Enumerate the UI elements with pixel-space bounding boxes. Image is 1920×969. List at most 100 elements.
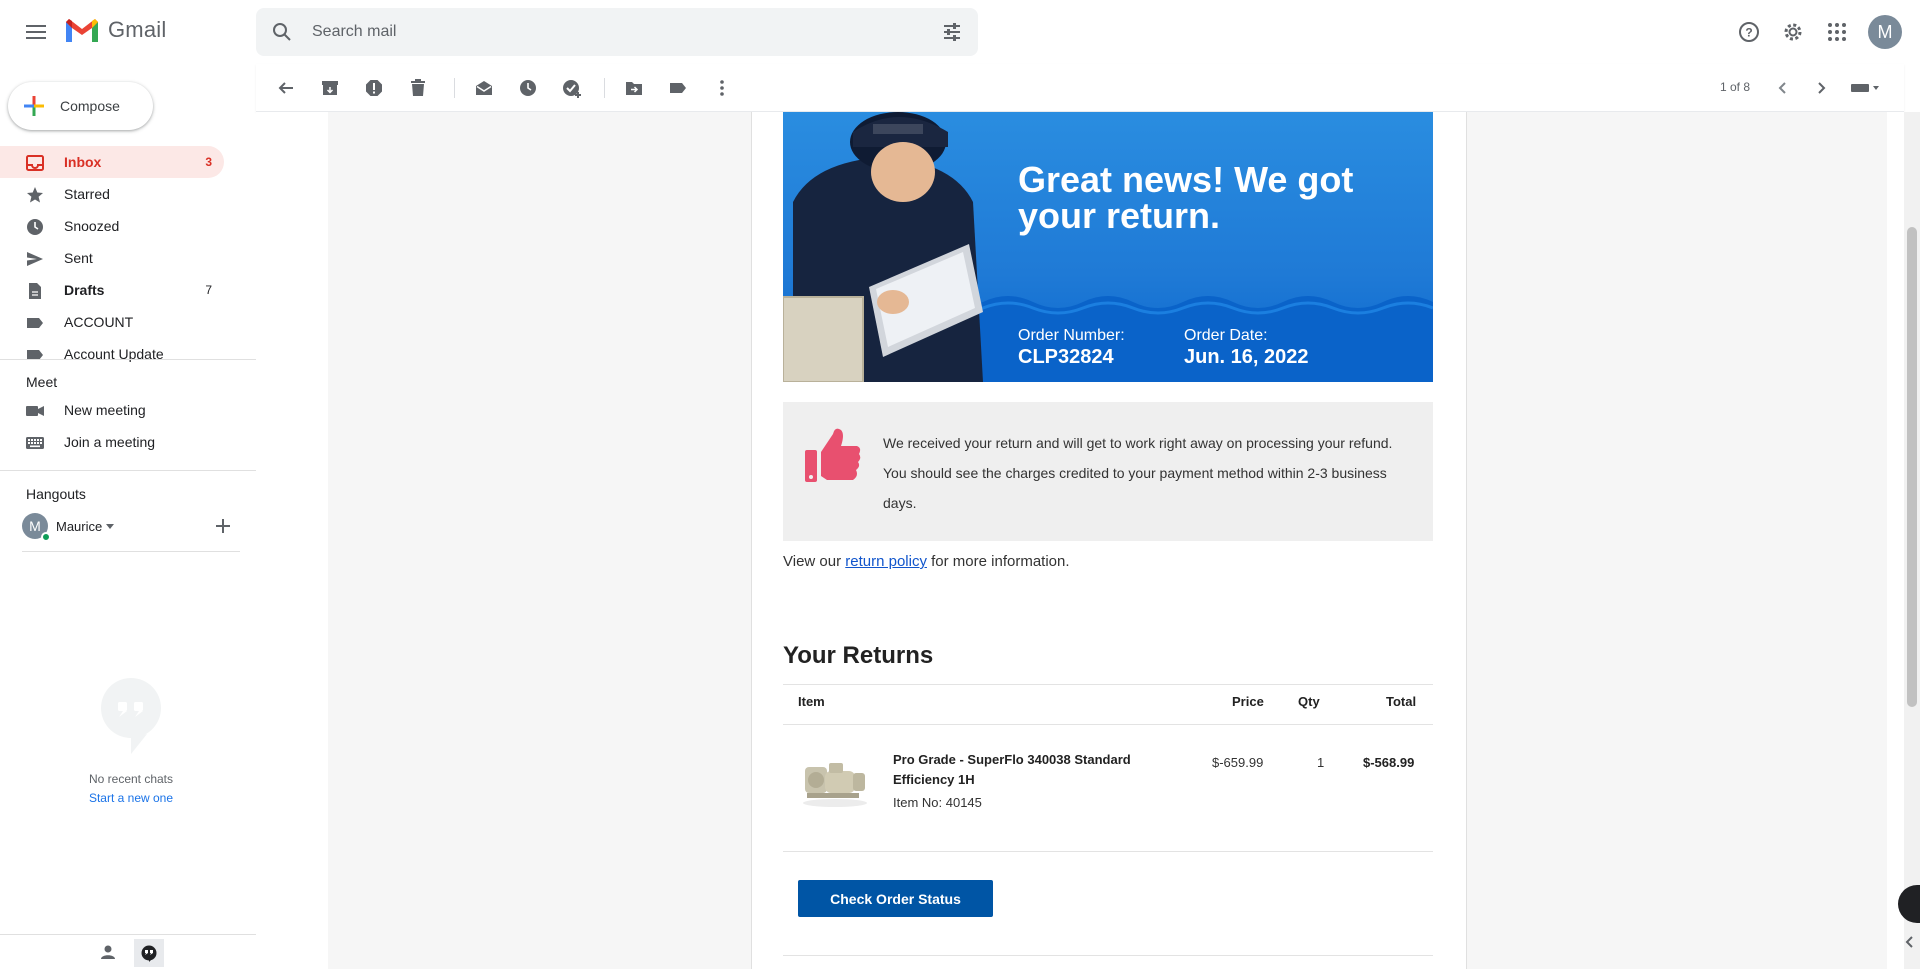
order-number-value: CLP32824: [1018, 346, 1114, 368]
sidebar: Compose Inbox 3 Starred Snoozed Sent Dra…: [0, 64, 256, 969]
meet-section-title: Meet: [26, 374, 58, 390]
return-policy-line: View our return policy for more informat…: [783, 553, 1070, 570]
hangouts-quote-icon: [141, 945, 157, 962]
mail-nav: Inbox 3 Starred Snoozed Sent Drafts 7 AC…: [0, 146, 256, 370]
sidebar-item-label: Starred: [64, 186, 110, 202]
order-number-label: Order Number:: [1018, 327, 1125, 344]
sidebar-item-sent[interactable]: Sent: [0, 242, 224, 274]
item-price: $-659.99: [1212, 755, 1264, 770]
sidebar-divider: [0, 359, 256, 360]
section-divider: [783, 955, 1433, 956]
older-chevron-right-icon[interactable]: [1810, 76, 1834, 100]
thumbs-up-icon: [805, 426, 861, 486]
gmail-logo[interactable]: Gmail: [64, 16, 166, 44]
settings-gear-icon[interactable]: [1775, 14, 1811, 50]
content-gutter: [256, 112, 328, 969]
join-meeting-label: Join a meeting: [64, 434, 156, 450]
search-input[interactable]: Search mail: [312, 23, 396, 41]
help-icon[interactable]: ?: [1731, 14, 1767, 50]
pagination-text: 1 of 8: [1720, 80, 1751, 94]
hangouts-avatar: M: [22, 513, 51, 542]
toolbar-separator: [454, 78, 455, 98]
policy-suffix: for more information.: [926, 553, 1070, 570]
send-icon: [26, 250, 44, 268]
labels-tag-icon[interactable]: [666, 76, 690, 100]
archive-icon[interactable]: [318, 76, 342, 100]
message-toolbar: 1 of 8: [256, 64, 1904, 112]
svg-text:?: ?: [1745, 26, 1752, 40]
hangouts-user-name: Maurice: [56, 518, 103, 534]
gmail-m-icon: [66, 19, 98, 42]
sidebar-item-account[interactable]: ACCOUNT: [0, 306, 224, 338]
hero-title: Great news! We got your return.: [1018, 159, 1354, 236]
return-policy-link[interactable]: return policy: [845, 553, 927, 570]
no-recent-chats-text: No recent chats: [88, 772, 174, 786]
video-camera-icon: [26, 402, 44, 420]
compose-button[interactable]: Compose: [8, 82, 153, 130]
contacts-person-icon[interactable]: [100, 944, 116, 960]
search-options-icon[interactable]: [942, 22, 962, 42]
plus-icon: [22, 94, 46, 118]
inbox-icon: [26, 154, 44, 172]
more-options-vertical-icon[interactable]: [710, 76, 734, 100]
hangouts-tab[interactable]: [134, 939, 164, 967]
pump-product-image: [799, 753, 871, 809]
add-to-tasks-icon[interactable]: [560, 76, 584, 100]
delete-trash-icon[interactable]: [406, 76, 430, 100]
snooze-clock-icon[interactable]: [516, 76, 540, 100]
newer-chevron-left-icon[interactable]: [1770, 76, 1794, 100]
label-icon: [26, 314, 44, 332]
app-header: Gmail Search mail ? M: [0, 0, 1920, 64]
item-qty: 1: [1317, 755, 1325, 770]
item-name[interactable]: Pro Grade - SuperFlo 340038 Standard Eff…: [893, 750, 1173, 790]
sidebar-divider: [0, 470, 256, 471]
label-icon: [26, 346, 44, 364]
apps-grid-icon[interactable]: [1819, 14, 1855, 50]
message-view: Great news! We got your return. Order Nu…: [256, 112, 1904, 969]
sidebar-item-label: Inbox: [64, 154, 102, 170]
toolbar-separator: [604, 78, 605, 98]
draft-count: 7: [205, 283, 212, 297]
email-hero-banner: Great news! We got your return. Order Nu…: [783, 112, 1433, 382]
new-meeting-button[interactable]: New meeting: [0, 394, 224, 426]
scrollbar-thumb[interactable]: [1907, 227, 1917, 707]
report-spam-icon[interactable]: [362, 76, 386, 100]
new-chat-plus-icon[interactable]: [216, 519, 230, 533]
order-date-value: Jun. 16, 2022: [1184, 346, 1309, 368]
your-returns-heading: Your Returns: [783, 642, 934, 669]
table-bottom-border: [783, 851, 1433, 852]
start-new-chat-link[interactable]: Start a new one: [0, 791, 262, 805]
move-to-folder-icon[interactable]: [622, 76, 646, 100]
input-tools-keyboard-icon[interactable]: [1850, 76, 1882, 100]
check-order-status-button[interactable]: Check Order Status: [798, 880, 993, 917]
vertical-scrollbar[interactable]: [1904, 112, 1920, 969]
item-number: Item No: 40145: [893, 795, 982, 810]
unread-count: 3: [205, 155, 212, 169]
keyboard-icon: [26, 434, 44, 452]
sidebar-item-label: Snoozed: [64, 218, 120, 234]
sidebar-item-snoozed[interactable]: Snoozed: [0, 210, 224, 242]
sidebar-item-label: Sent: [64, 250, 93, 266]
hangouts-user[interactable]: M Maurice: [22, 513, 115, 542]
search-icon[interactable]: [272, 22, 292, 42]
sidebar-item-inbox[interactable]: Inbox 3: [0, 146, 224, 178]
search-bar[interactable]: Search mail: [256, 8, 978, 56]
show-side-panel-chevron-icon[interactable]: [1898, 928, 1920, 956]
sidebar-item-drafts[interactable]: Drafts 7: [0, 274, 224, 306]
join-meeting-button[interactable]: Join a meeting: [0, 426, 224, 458]
hangouts-section-title: Hangouts: [26, 486, 86, 502]
main-menu-icon[interactable]: [20, 16, 52, 48]
account-avatar[interactable]: M: [1868, 15, 1902, 49]
side-panel-strip: [1887, 112, 1904, 969]
sidebar-item-starred[interactable]: Starred: [0, 178, 224, 210]
sidebar-item-account-update[interactable]: Account Update: [0, 338, 224, 370]
caret-down-icon: [106, 523, 115, 529]
online-status-dot: [41, 532, 51, 542]
table-top-border: [783, 684, 1433, 685]
back-arrow-icon[interactable]: [274, 76, 298, 100]
compose-label: Compose: [60, 98, 120, 114]
sidebar-item-label: ACCOUNT: [64, 314, 134, 330]
hangouts-divider: [22, 551, 240, 552]
clock-icon: [26, 218, 44, 236]
mark-unread-icon[interactable]: [472, 76, 496, 100]
